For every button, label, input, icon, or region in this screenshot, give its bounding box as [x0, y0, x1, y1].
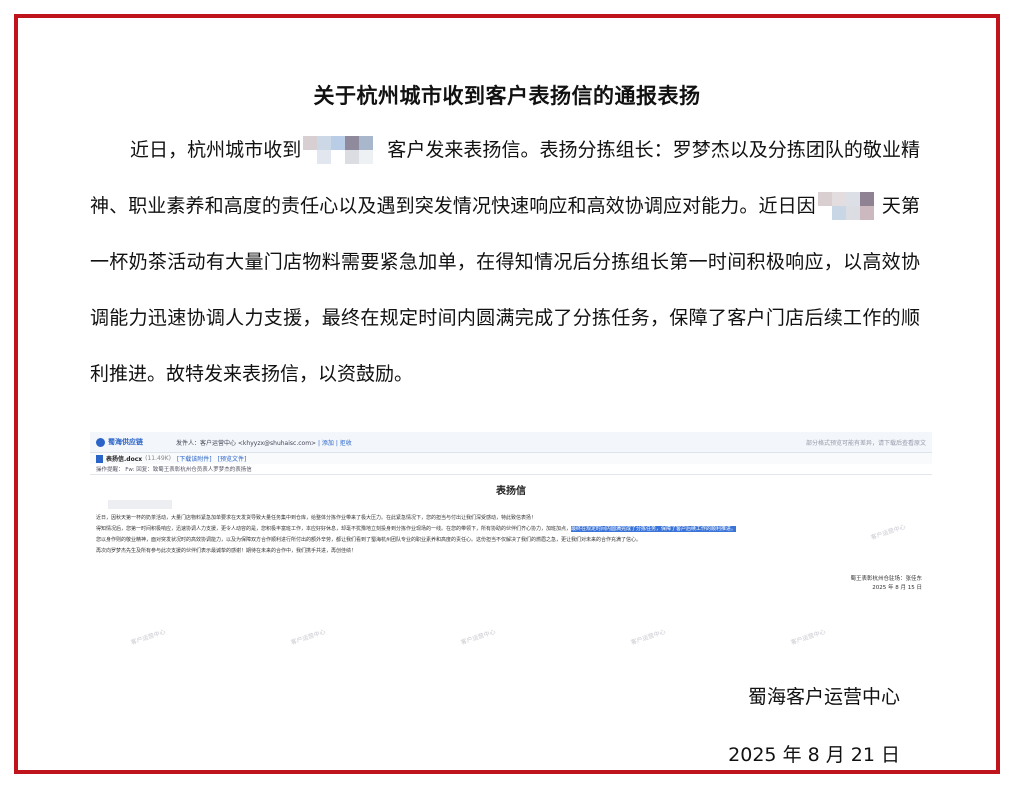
document-frame: 关于杭州城市收到客户表扬信的通报表扬 近日，杭州城市收到 客户发来表扬信。表扬分… [14, 14, 1000, 774]
preview-hint: 部分格式预览可能有差异，请下载后查看原文 [805, 439, 926, 447]
download-attachment-link[interactable]: [下载该附件] [177, 454, 212, 463]
watermark: 客户运营中心 [460, 628, 497, 647]
watermark: 客户运营中心 [290, 628, 327, 647]
watermark: 客户运营中心 [130, 628, 167, 647]
word-file-icon [96, 454, 103, 463]
redacted-activity-name [817, 190, 880, 224]
attachment-row: 表扬信.docx (11.49K) [下载该附件] [预览文件] [90, 453, 932, 464]
embedded-email-screenshot: 蜀海供应链 发件人：客户运营中心 <khyyzx@shuhaisc.com> |… [90, 432, 932, 650]
email-subject: 操作提醒： Fw: 回复：致蜀王表彰杭州仓员表人罗梦杰的表扬信 [90, 464, 932, 475]
letter-sign: 蜀王表彰杭州仓驻场：张佳东 [850, 576, 922, 582]
watermark: 客户运营中心 [630, 628, 667, 647]
logo-icon [96, 437, 105, 447]
redacted-customer-name [303, 134, 385, 168]
email-sender: 发件人：客户运营中心 <khyyzx@shuhaisc.com> | 添加 | … [176, 439, 352, 447]
letter-line: 再次向罗梦杰先生及所有参与此次支援的伙伴们表示最诚挚的感谢！期待在未来的合作中，… [96, 548, 357, 554]
watermark: 客户运营中心 [790, 628, 827, 647]
document-title: 关于杭州城市收到客户表扬信的通报表扬 [313, 84, 701, 108]
signature: 蜀海客户运营中心 [747, 686, 900, 708]
highlighted-text: 最终在规定时间内圆满完成了分拣任务，保障了客户后续工作的顺利推进。 [571, 526, 737, 532]
document-date: 2025 年 8 月 21 日 [728, 744, 900, 766]
letter-line: 近日，因秋天第一杯的奶茶活动，大量门店物料紧急加单要求在天发货导致大量任务集中到… [96, 515, 537, 521]
body-text-part-3: 天第一杯奶茶活动有大量门店物料需要紧急加单，在得知情况后分拣组长第一时间积极响应… [90, 195, 920, 385]
attachment-name[interactable]: 表扬信.docx [106, 454, 142, 463]
email-header-bar: 蜀海供应链 发件人：客户运营中心 <khyyzx@shuhaisc.com> |… [90, 432, 932, 453]
preview-file-link[interactable]: [预览文件] [218, 454, 247, 463]
redacted-recipient [108, 500, 172, 509]
attachment-size: (11.49K) [145, 455, 171, 462]
document-body: 近日，杭州城市收到 客户发来表扬信。表扬分拣组长：罗梦杰以及分拣团队的敬业精神、… [90, 122, 920, 402]
reject-link[interactable]: | 拒收 [336, 440, 352, 447]
letter-line: 得知情况后，您第一时间积极响应，迅速协调人力支援，更令人动容的是，您积极丰富班工… [96, 526, 737, 532]
letter-title: 表扬信 [496, 486, 526, 497]
body-text-part-1: 近日，杭州城市收到 [130, 139, 302, 161]
letter-date: 2025 年 8 月 15 日 [872, 585, 922, 591]
company-logo: 蜀海供应链 [90, 437, 166, 447]
letter-line: 您以身作则的敬业精神，面对突发状况时的高效协调能力，以及为保障双方合作顺利进行所… [96, 537, 642, 543]
add-contact-link[interactable]: | 添加 [318, 440, 334, 447]
